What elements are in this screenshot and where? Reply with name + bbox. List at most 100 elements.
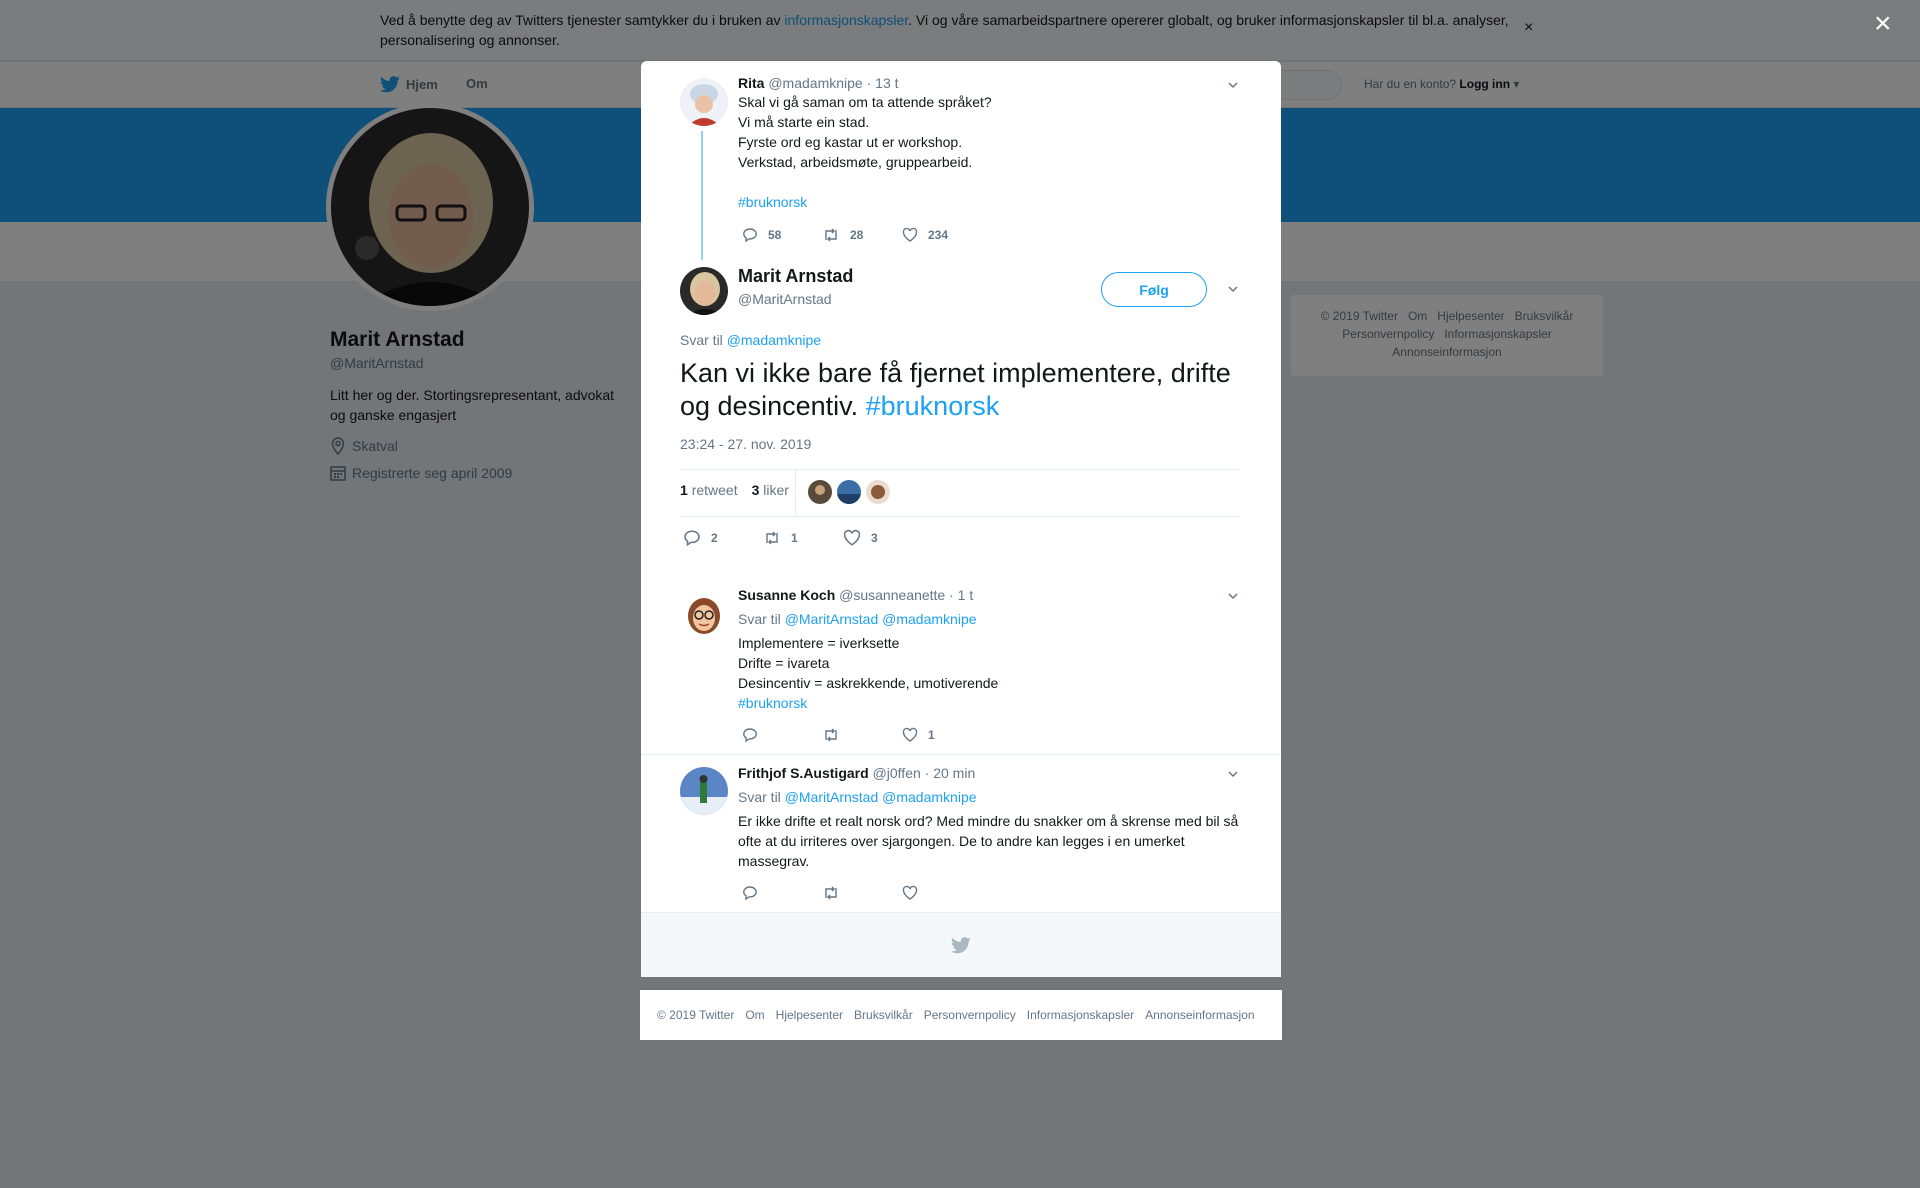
avatar-marit (680, 267, 728, 315)
tweet-actions: 58 28 234 (742, 227, 982, 243)
like-button[interactable]: 234 (902, 227, 982, 243)
retweet-icon (825, 886, 837, 900)
liker-avatar[interactable] (837, 480, 861, 504)
footer-terms[interactable]: Bruksvilkår (854, 1008, 913, 1022)
reply-button[interactable] (742, 727, 822, 743)
like-button[interactable]: 1 (902, 727, 982, 743)
twitter-bird-icon (951, 937, 971, 954)
footer-ads[interactable]: Annonseinformasjon (1145, 1008, 1254, 1022)
footer-help[interactable]: Hjelpesenter (776, 1008, 843, 1022)
tweet-author-name[interactable]: Marit Arnstad (738, 266, 853, 287)
retweet-icon (825, 228, 837, 242)
like-count: 1 (928, 728, 935, 742)
divider (680, 516, 1240, 517)
reply-button[interactable]: 58 (742, 227, 822, 243)
tweet-text: Implementere = iverksette Drifte = ivare… (738, 633, 998, 713)
avatar[interactable] (680, 267, 728, 315)
page-footer: © 2019 Twitter Om Hjelpesenter Bruksvilk… (640, 990, 1282, 1040)
reply-context: Svar til @MaritArnstad @madamknipe (738, 609, 977, 629)
tweet-time[interactable]: · 1 t (949, 587, 973, 603)
footer-privacy[interactable]: Personvernpolicy (924, 1008, 1016, 1022)
liker-avatar[interactable] (808, 480, 832, 504)
chevron-down-icon[interactable] (1227, 79, 1239, 91)
tweet-spacer (738, 172, 992, 192)
like-count: 3 (871, 531, 878, 545)
follow-button[interactable]: Følg (1101, 272, 1207, 307)
reply-icon (743, 886, 757, 901)
tweet-actions (742, 885, 982, 901)
avatar[interactable] (680, 590, 728, 638)
reply-icon (743, 728, 757, 743)
tweet-author-name[interactable]: Frithjof S.Austigard (738, 765, 869, 781)
retweet-stat[interactable]: 1 retweet (680, 482, 738, 498)
reply-to-link[interactable]: @madamknipe (727, 332, 821, 348)
avatar-frithjof (680, 767, 728, 815)
main-tweet-text: Kan vi ikke bare få fjernet implementere… (680, 357, 1240, 423)
like-stat[interactable]: 3 liker (752, 482, 789, 498)
footer-about[interactable]: Om (745, 1008, 764, 1022)
retweet-button[interactable]: 28 (822, 227, 902, 243)
tweet-line: Vi må starte ein stad. (738, 114, 870, 130)
reply-icon (684, 530, 700, 547)
like-stat-label: liker (763, 482, 789, 498)
tweet-author-handle[interactable]: @j0ffen (873, 765, 921, 781)
tweet-line: Implementere = iverksette (738, 635, 900, 651)
chevron-down-icon[interactable] (1227, 768, 1239, 780)
reply-button[interactable] (742, 885, 822, 901)
reply-icon (743, 228, 757, 243)
divider (680, 469, 1240, 470)
tweet-header[interactable]: Rita @madamknipe · 13 t (738, 75, 899, 91)
like-button[interactable] (902, 885, 982, 901)
tweet-time[interactable]: · 20 min (925, 765, 976, 781)
retweet-count: 1 (791, 531, 798, 545)
avatar-susanne (680, 590, 728, 638)
reply-to-link[interactable]: @MaritArnstad @madamknipe (785, 611, 977, 627)
chevron-down-icon[interactable] (1227, 283, 1239, 295)
hashtag-link[interactable]: #bruknorsk (866, 391, 1000, 421)
avatar[interactable] (680, 78, 728, 126)
avatar[interactable] (680, 767, 728, 815)
liker-avatar[interactable] (866, 480, 890, 504)
heart-icon (902, 227, 918, 242)
tweet-header[interactable]: Frithjof S.Austigard @j0ffen · 20 min (738, 765, 975, 781)
reply-to-label: Svar til (738, 789, 781, 805)
tweet-actions: 2 1 3 (683, 529, 923, 547)
chevron-down-icon[interactable] (1227, 590, 1239, 602)
tweet-author-name[interactable]: Susanne Koch (738, 587, 835, 603)
tweet-author-handle[interactable]: @susanneanette (839, 587, 945, 603)
tweet-text: Er ikke drifte et realt norsk ord? Med m… (738, 813, 1239, 869)
tweet-line: Drifte = ivareta (738, 655, 830, 671)
hashtag-link[interactable]: #bruknorsk (738, 693, 998, 713)
tweet-author-name[interactable]: Rita (738, 75, 764, 91)
retweet-count: 28 (850, 228, 864, 242)
retweet-button[interactable] (822, 727, 902, 743)
reply-button[interactable]: 2 (683, 529, 763, 547)
retweet-button[interactable]: 1 (763, 530, 843, 546)
retweet-stat-label: retweet (691, 482, 738, 498)
divider (641, 754, 1281, 755)
liker-photo (808, 480, 832, 504)
retweet-icon (825, 728, 837, 742)
tweet-text: Skal vi gå saman om ta attende språket? … (738, 92, 992, 212)
like-button[interactable]: 3 (843, 529, 923, 547)
tweet-time[interactable]: · 13 t (867, 75, 899, 91)
liker-photo (866, 480, 890, 504)
footer-cookies[interactable]: Informasjonskapsler (1027, 1008, 1134, 1022)
thread-line (701, 131, 703, 260)
retweet-button[interactable] (822, 885, 902, 901)
reply-context: Svar til @madamknipe (680, 332, 821, 348)
tweet-line: Skal vi gå saman om ta attende språket? (738, 94, 992, 110)
close-icon[interactable]: × (1874, 9, 1898, 39)
like-count: 234 (928, 228, 949, 242)
tweet-author-handle[interactable]: @MaritArnstad (738, 291, 832, 307)
tweet-timestamp[interactable]: 23:24 - 27. nov. 2019 (680, 436, 811, 452)
tweet-actions: 1 (742, 727, 982, 743)
reply-to-label: Svar til (680, 332, 723, 348)
hashtag-link[interactable]: #bruknorsk (738, 192, 992, 212)
tweet-header[interactable]: Susanne Koch @susanneanette · 1 t (738, 587, 973, 603)
tweet-author-handle[interactable]: @madamknipe (768, 75, 862, 91)
like-stat-count: 3 (751, 482, 760, 498)
reply-to-link[interactable]: @MaritArnstad @madamknipe (785, 789, 977, 805)
avatar-rita (680, 78, 728, 126)
tweet-stats: 1 retweet 3 liker (680, 482, 789, 498)
